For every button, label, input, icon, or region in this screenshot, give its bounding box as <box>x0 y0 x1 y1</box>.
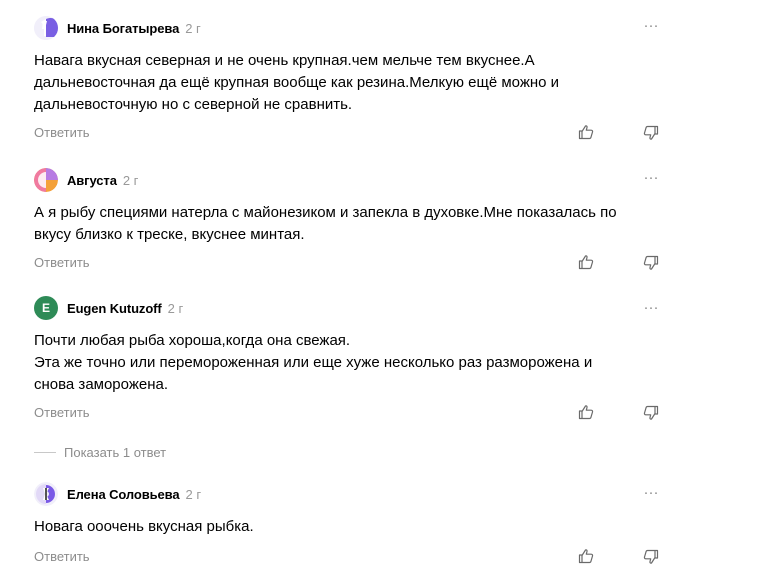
more-icon[interactable]: ··· <box>641 170 661 187</box>
comment-text-line: Новага ооочень вкусная рыбка. <box>34 518 254 535</box>
comment-text: А я рыбу специями натерла с майонезиком … <box>34 202 654 246</box>
show-replies-label: Показать 1 ответ <box>64 444 167 460</box>
more-icon[interactable]: ··· <box>641 18 661 35</box>
author-name[interactable]: Елена Соловьева <box>67 487 180 502</box>
avatar-icon <box>34 16 58 40</box>
comment-text: Почти любая рыба хороша,когда она свежая… <box>34 330 654 396</box>
like-icon[interactable] <box>578 254 594 270</box>
comment-text: Навага вкусная северная и не очень крупн… <box>34 50 654 116</box>
comment-header: Нина Богатырева 2 г <box>34 15 201 41</box>
comment-time: 2 г <box>185 486 202 502</box>
comment-text-line: А я рыбу специями натерла с майонезиком … <box>34 204 617 221</box>
comment-text-line: Почти любая рыба хороша,когда она свежая… <box>34 332 351 349</box>
author-name[interactable]: Августа <box>67 173 117 188</box>
comment-time: 2 г <box>185 20 201 36</box>
more-icon[interactable]: ··· <box>641 485 661 502</box>
dislike-icon[interactable] <box>643 125 659 141</box>
comment-text-line: дальневосточная да ещё крупная вообще ка… <box>34 74 560 91</box>
like-icon[interactable] <box>578 404 594 420</box>
avatar[interactable] <box>34 482 58 506</box>
like-icon[interactable] <box>578 548 594 564</box>
reply-button[interactable]: Ответить <box>34 405 90 420</box>
dislike-icon[interactable] <box>643 255 659 271</box>
comment-text-line: Эта же точно или перемороженная или еще … <box>34 354 593 371</box>
reply-button[interactable]: Ответить <box>34 549 90 564</box>
author-name[interactable]: Нина Богатырева <box>67 21 179 36</box>
comment-header: Августа 2 г <box>34 167 138 193</box>
comment-text-line: снова заморожена. <box>34 376 168 393</box>
avatar[interactable]: E <box>34 296 58 320</box>
like-icon[interactable] <box>578 124 594 140</box>
avatar-icon <box>34 482 58 506</box>
comment-header: Елена Соловьева 2 г <box>34 481 201 507</box>
dislike-icon[interactable] <box>643 405 659 421</box>
more-icon[interactable]: ··· <box>641 300 661 317</box>
avatar-letter: E <box>41 301 50 315</box>
show-replies-button[interactable]: Показать 1 ответ <box>34 444 166 460</box>
avatar[interactable] <box>34 168 58 192</box>
author-name[interactable]: Eugen Kutuzoff <box>67 301 162 316</box>
comment-text: Новага ооочень вкусная рыбка. <box>34 516 654 538</box>
reply-button[interactable]: Ответить <box>34 255 90 270</box>
comment-text-line: дальневосточную но с северной не сравнит… <box>34 96 353 113</box>
comment-time: 2 г <box>122 172 139 188</box>
comment-text-line: вкусу близко к треске, вкуснее минтая. <box>34 226 305 243</box>
reply-button[interactable]: Ответить <box>34 125 90 140</box>
avatar[interactable] <box>34 16 58 40</box>
divider <box>34 451 56 453</box>
comment-text-line: Навага вкусная северная и не очень крупн… <box>34 52 535 69</box>
avatar-icon <box>34 168 58 192</box>
comment-header: E Eugen Kutuzoff 2 г <box>34 295 183 321</box>
dislike-icon[interactable] <box>643 549 659 565</box>
comment-time: 2 г <box>167 300 184 316</box>
